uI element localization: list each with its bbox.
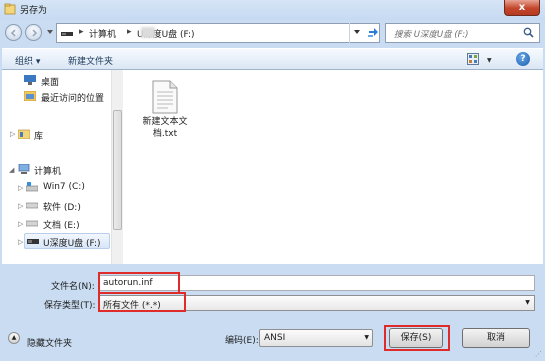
nav-item-desktop[interactable]: 桌面 — [24, 74, 104, 88]
recent-places-icon — [24, 91, 36, 101]
navigation-scrollbar[interactable] — [111, 70, 123, 264]
expand-arrow-icon[interactable]: ▷ — [18, 184, 23, 192]
history-dropdown-icon[interactable] — [47, 29, 53, 35]
encoding-select[interactable]: ANSI ▼ — [259, 329, 373, 347]
breadcrumb-separator-icon: ▸ — [79, 27, 84, 37]
view-options-icon[interactable] — [467, 53, 479, 65]
expand-arrow-icon[interactable]: ▷ — [18, 220, 23, 228]
expand-arrow-icon[interactable]: ▷ — [10, 130, 15, 138]
file-item-label[interactable]: 新建文本文 档.txt — [140, 116, 190, 140]
chevron-down-icon[interactable]: ▼ — [521, 296, 534, 310]
chevron-down-icon — [354, 30, 360, 34]
forward-button[interactable] — [25, 24, 42, 41]
highlight-box — [98, 292, 186, 312]
disk-drive-icon — [26, 220, 38, 227]
nav-item-libraries[interactable]: 库 — [18, 128, 78, 142]
address-dropdown-button[interactable] — [349, 23, 364, 43]
expand-arrow-icon[interactable]: ▷ — [18, 238, 23, 246]
refresh-icon — [368, 28, 378, 37]
nav-item-computer[interactable]: 计算机 — [18, 163, 78, 177]
file-name-line1: 新建文本文 — [142, 117, 188, 127]
nav-item-drive-e[interactable]: 文档 (E:) — [26, 217, 106, 231]
search-placeholder: 搜索 U深度U盘 (F:) — [394, 30, 469, 40]
file-name-line2: 档.txt — [152, 129, 178, 139]
back-button[interactable] — [5, 24, 22, 41]
save-as-dialog: 另存为 x ▸ 计算机 ▸ U深度U盘 (F:) 搜索 U深度U盘 (F:) 组… — [0, 0, 545, 361]
command-bar: 组织 ▾ 新建文件夹 ▼ ? — [2, 48, 543, 70]
filetype-label: 保存类型(T): — [44, 301, 96, 311]
forward-arrow-icon — [32, 29, 38, 37]
hide-folders-link[interactable]: 隐藏文件夹 — [27, 336, 72, 349]
navigation-pane: 桌面 最近访问的位置 ▷ 库 ◢ 计算机 ▷ Win7 (C:) ▷ 软件 (D… — [2, 70, 111, 264]
title-bar: 另存为 — [0, 0, 545, 20]
refresh-button[interactable] — [365, 23, 380, 43]
help-icon[interactable]: ? — [516, 52, 530, 66]
filename-label: 文件名(N): — [51, 282, 95, 292]
system-drive-icon — [26, 182, 38, 192]
search-icon[interactable] — [523, 27, 534, 38]
cancel-button[interactable]: 取消 — [462, 328, 530, 348]
highlight-box — [384, 325, 450, 351]
desktop-icon — [24, 75, 36, 85]
highlight-box — [98, 272, 180, 294]
search-box[interactable]: 搜索 U深度U盘 (F:) — [385, 23, 540, 43]
redacted-blur — [141, 27, 155, 38]
close-button[interactable]: x — [504, 0, 540, 16]
library-icon — [18, 129, 30, 139]
back-arrow-icon — [10, 29, 16, 37]
encoding-label: 编码(E): — [225, 336, 259, 346]
organize-menu[interactable]: 组织 ▾ — [15, 54, 40, 67]
view-dropdown-icon[interactable]: ▼ — [487, 57, 492, 64]
new-folder-button[interactable]: 新建文件夹 — [68, 54, 113, 67]
text-file-icon[interactable] — [152, 80, 178, 114]
computer-small-icon — [61, 32, 73, 36]
window-icon — [4, 3, 16, 15]
chevron-down-icon[interactable]: ▼ — [364, 334, 369, 341]
collapse-up-icon[interactable]: ▲ — [8, 332, 20, 344]
collapse-arrow-icon[interactable]: ◢ — [9, 166, 14, 174]
file-list-pane — [123, 70, 543, 264]
breadcrumb-separator-icon: ▸ — [127, 27, 132, 37]
window-title: 另存为 — [20, 6, 48, 16]
disk-drive-icon — [26, 202, 38, 209]
encoding-value: ANSI — [264, 333, 286, 343]
usb-drive-icon — [27, 239, 39, 244]
nav-item-drive-c[interactable]: Win7 (C:) — [26, 181, 106, 195]
expand-arrow-icon[interactable]: ▷ — [18, 202, 23, 210]
resize-grip-icon[interactable]: ⋰ — [535, 350, 542, 358]
scrollbar-thumb[interactable] — [113, 110, 122, 230]
nav-item-recent[interactable]: 最近访问的位置 — [24, 90, 114, 104]
address-bar[interactable]: ▸ 计算机 ▸ U深度U盘 (F:) — [56, 23, 380, 43]
computer-icon — [18, 164, 30, 174]
breadcrumb-computer[interactable]: 计算机 — [89, 27, 116, 40]
nav-item-drive-d[interactable]: 软件 (D:) — [26, 199, 106, 213]
nav-item-drive-f[interactable]: U深度U盘 (F:) — [24, 233, 110, 249]
